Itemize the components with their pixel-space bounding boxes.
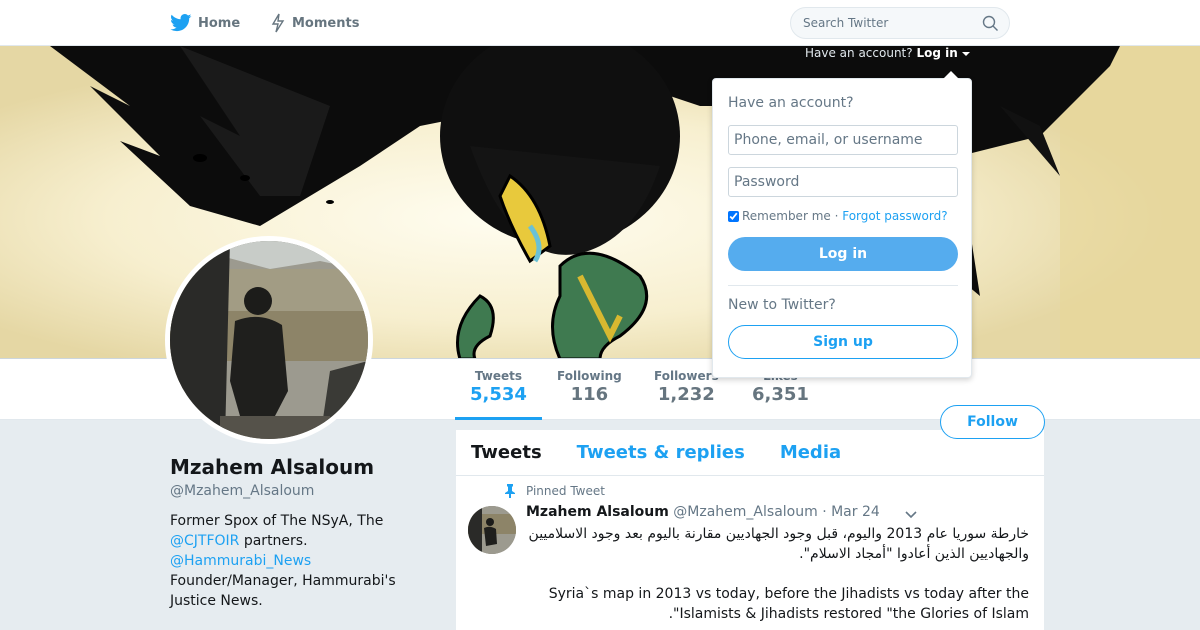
tweet-text-ar-1: خارطة سوريا عام 2013 واليوم، قبل وجود ال… — [528, 526, 1029, 542]
tweet-item[interactable]: Pinned Tweet Mzahem Alsaloum @Mzahem_Als… — [456, 476, 1044, 630]
follow-button[interactable]: Follow — [940, 405, 1045, 439]
tweet-date[interactable]: · Mar 24 — [822, 504, 880, 520]
tweet-avatar[interactable] — [468, 506, 516, 554]
pinned-indicator: Pinned Tweet — [504, 484, 605, 498]
forgot-password-link[interactable]: Forgot password? — [842, 209, 947, 223]
stat-following-value: 116 — [570, 384, 609, 405]
stat-following-label: Following — [557, 369, 622, 383]
login-button[interactable]: Log in — [728, 237, 958, 271]
tweet-text-ar-2: والجهاديين الذين أعادوا "أمجاد الاسلام". — [799, 546, 1029, 562]
stat-following[interactable]: Following 116 — [557, 369, 622, 405]
twitter-bird-icon — [170, 14, 192, 32]
stat-followers-value: 1,232 — [657, 384, 715, 405]
bio-text-2: partners. — [239, 533, 308, 549]
stat-likes-value: 6,351 — [752, 384, 809, 405]
remember-checkbox[interactable] — [728, 210, 739, 222]
search-box[interactable] — [790, 7, 1010, 39]
top-nav: Home Moments — [0, 0, 1200, 46]
stat-tweets-value: 5,534 — [470, 384, 527, 405]
tab-media[interactable]: Media — [780, 442, 841, 463]
remember-separator: · — [830, 209, 843, 223]
chevron-down-icon[interactable] — [904, 510, 918, 520]
stat-followers[interactable]: Followers 1,232 — [654, 369, 719, 405]
pinned-label: Pinned Tweet — [526, 484, 605, 498]
profile-bio: Former Spox of The NSyA, The @CJTFOIR pa… — [170, 511, 430, 611]
login-hint-text: Have an account? — [805, 46, 913, 60]
tweet-author-handle[interactable]: @Mzahem_Alsaloum — [673, 504, 817, 520]
nav-moments-label: Moments — [292, 15, 360, 31]
remember-label[interactable]: Remember me — [742, 209, 831, 223]
bio-text-1: Former Spox of The NSyA, The — [170, 513, 384, 529]
tab-tweets-replies[interactable]: Tweets & replies — [577, 442, 745, 463]
stat-tweets-label: Tweets — [474, 369, 523, 383]
nav-moments[interactable]: Moments — [270, 0, 359, 46]
lightning-icon — [271, 13, 285, 33]
bio-text-3: Founder/Manager, Hammurabi's Justice New… — [170, 573, 396, 609]
bio-link-hammurabi[interactable]: @Hammurabi_News — [170, 553, 311, 569]
profile-avatar[interactable] — [165, 236, 373, 444]
search-input[interactable] — [803, 16, 973, 30]
new-to-twitter-title: New to Twitter? — [728, 297, 836, 313]
login-divider — [728, 285, 958, 286]
stat-tweets[interactable]: Tweets 5,534 — [455, 369, 542, 420]
login-hint[interactable]: Have an account? Log in — [805, 46, 970, 62]
username-field[interactable] — [728, 125, 958, 155]
nav-home-label: Home — [198, 15, 241, 31]
search-icon[interactable] — [982, 15, 999, 32]
login-title: Have an account? — [728, 95, 854, 111]
pin-icon — [505, 484, 515, 498]
login-dropdown: Have an account? Remember me · Forgot pa… — [712, 71, 972, 378]
profile-info: Mzahem Alsaloum @Mzahem_Alsaloum Former … — [170, 455, 430, 611]
password-field[interactable] — [728, 167, 958, 197]
tab-tweets[interactable]: Tweets — [471, 442, 542, 463]
signup-button[interactable]: Sign up — [728, 325, 958, 359]
timeline: Tweets Tweets & replies Media Pinned Twe… — [456, 430, 1044, 630]
stat-followers-label: Followers — [654, 369, 719, 383]
tweet-text-en-2: ."Islamists & Jihadists restored "the Gl… — [668, 606, 1029, 622]
remember-row: Remember me · Forgot password? — [728, 209, 948, 223]
tweet-header: Mzahem Alsaloum @Mzahem_Alsaloum · Mar 2… — [526, 504, 880, 520]
tweet-text-en-1: Syria`s map in 2013 vs today, before the… — [548, 586, 1029, 602]
nav-home[interactable]: Home — [170, 0, 240, 46]
login-hint-action[interactable]: Log in — [916, 46, 957, 60]
tweet-text: خارطة سوريا عام 2013 واليوم، قبل وجود ال… — [526, 524, 1029, 624]
profile-name: Mzahem Alsaloum — [170, 455, 375, 479]
caret-down-icon — [961, 52, 970, 56]
bio-link-cjtfoir[interactable]: @CJTFOIR — [170, 533, 239, 549]
tweet-author-name[interactable]: Mzahem Alsaloum — [526, 504, 669, 520]
profile-handle: @Mzahem_Alsaloum — [170, 483, 315, 499]
